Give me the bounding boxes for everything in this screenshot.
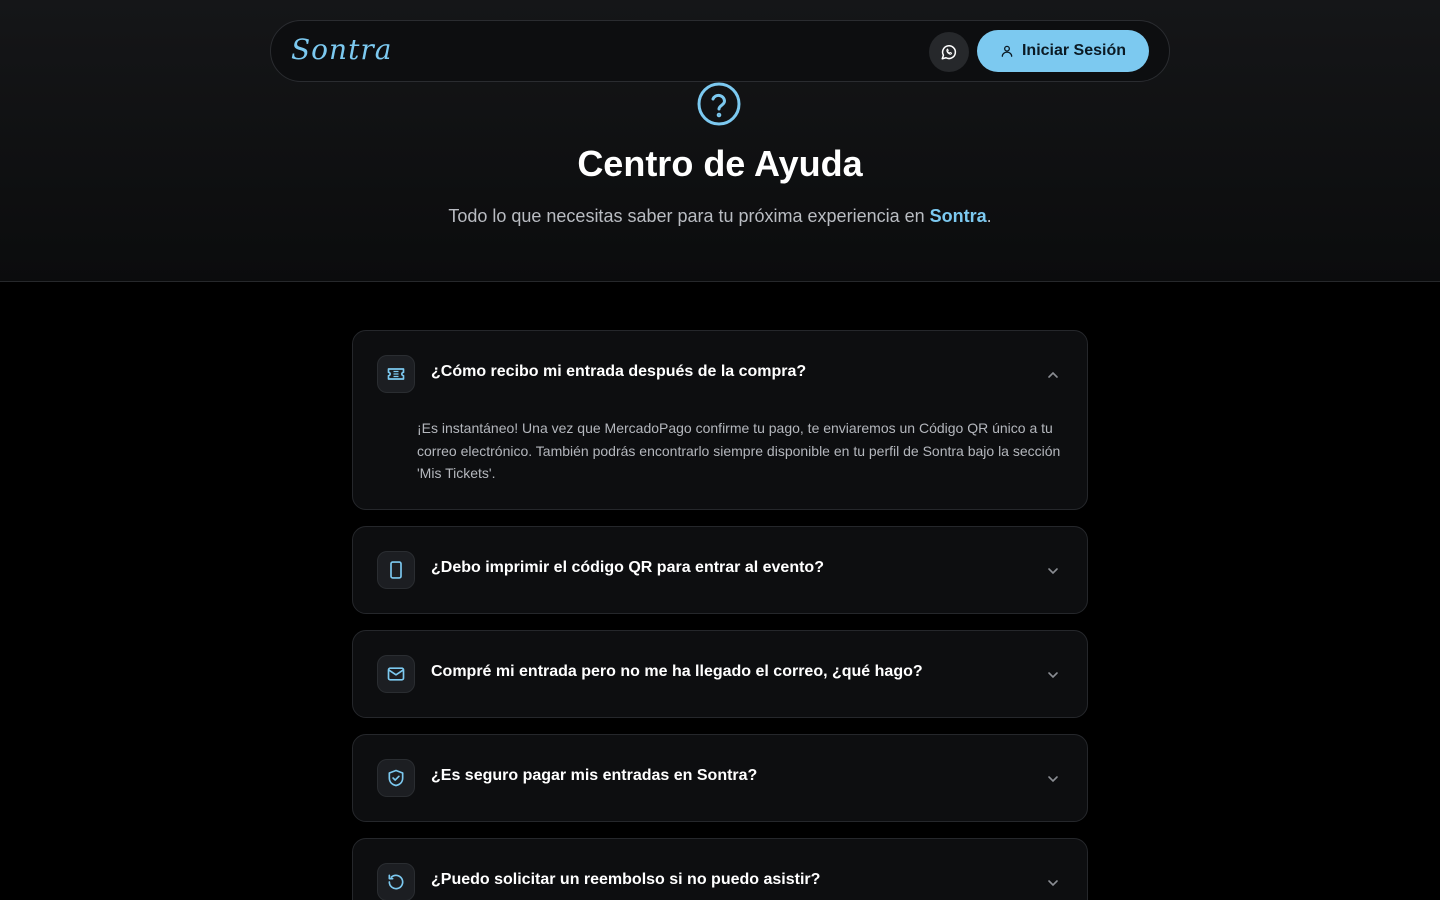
faq-item: ¿Debo imprimir el código QR para entrar …: [352, 526, 1088, 614]
faq-item: ¿Es seguro pagar mis entradas en Sontra?: [352, 734, 1088, 822]
subtitle-brand: Sontra: [929, 206, 987, 226]
chevron-down-icon: [1048, 672, 1058, 679]
page-subtitle: Todo lo que necesitas saber para tu próx…: [0, 206, 1440, 227]
faq-question: ¿Puedo solicitar un reembolso si no pued…: [431, 871, 821, 888]
subtitle-suffix: .: [986, 206, 992, 226]
login-button[interactable]: Iniciar Sesión: [977, 30, 1149, 72]
faq-icon-box: [377, 759, 415, 797]
faq-icon-box: [377, 863, 415, 900]
subtitle-text: Todo lo que necesitas saber para tu próx…: [448, 206, 930, 226]
faq-question: ¿Es seguro pagar mis entradas en Sontra?: [431, 767, 758, 784]
whatsapp-button[interactable]: [929, 32, 969, 72]
faq-question-toggle[interactable]: ¿Es seguro pagar mis entradas en Sontra?: [353, 735, 1087, 821]
login-button-label: Iniciar Sesión: [1021, 42, 1127, 59]
chevron-down-icon: [1048, 776, 1058, 783]
help-circle-icon: [697, 82, 741, 126]
faq-question-toggle[interactable]: ¿Debo imprimir el código QR para entrar …: [353, 527, 1087, 613]
faq-item: ¿Cómo recibo mi entrada después de la co…: [352, 330, 1088, 510]
smartphone-icon: [390, 561, 402, 579]
faq-icon-box: [377, 551, 415, 589]
logo[interactable]: Sontra: [291, 33, 392, 66]
chevron-down-icon: [1048, 568, 1058, 575]
mail-icon: [387, 667, 405, 681]
faq-question: ¿Cómo recibo mi entrada después de la co…: [431, 363, 807, 380]
faq-answer: ¡Es instantáneo! Una vez que MercadoPago…: [417, 420, 1061, 481]
refund-icon: [388, 874, 404, 890]
faq-question: Compré mi entrada pero no me ha llegado …: [431, 663, 923, 680]
faq-icon-box: [377, 355, 415, 393]
navbar: Sontra Iniciar Sesión: [270, 20, 1170, 82]
shield-check-icon: [388, 769, 404, 787]
chevron-up-icon: [1048, 371, 1058, 378]
faq-question-toggle[interactable]: Compré mi entrada pero no me ha llegado …: [353, 631, 1087, 717]
faq-item: ¿Puedo solicitar un reembolso si no pued…: [352, 838, 1088, 900]
faq-question-toggle[interactable]: ¿Cómo recibo mi entrada después de la co…: [353, 331, 1087, 417]
ticket-icon: [387, 368, 405, 380]
user-icon: [1001, 45, 1013, 57]
faq-icon-box: [377, 655, 415, 693]
faq-item: Compré mi entrada pero no me ha llegado …: [352, 630, 1088, 718]
page-title: Centro de Ayuda: [577, 143, 863, 184]
hero-section: Sontra Iniciar Sesión Centro de Ayuda To…: [0, 0, 1440, 282]
faq-question: ¿Debo imprimir el código QR para entrar …: [431, 559, 824, 576]
chevron-down-icon: [1048, 880, 1058, 887]
faq-question-toggle[interactable]: ¿Puedo solicitar un reembolso si no pued…: [353, 839, 1087, 900]
whatsapp-icon: [941, 45, 957, 60]
